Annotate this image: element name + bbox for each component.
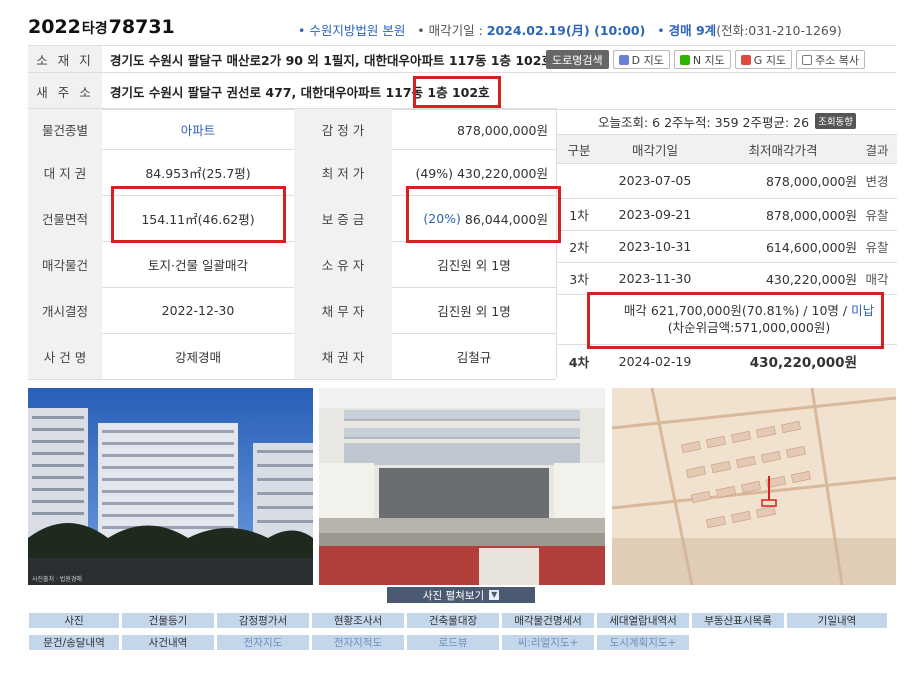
sale-statement-button[interactable]: 매각물건명세서 [501, 612, 595, 629]
e-cadastral-map-button[interactable]: 전자지적도 [311, 634, 405, 651]
sale-item-label: 매각물건 [28, 241, 102, 287]
document-delivery-button[interactable]: 문건/송달내역 [28, 634, 120, 651]
sale-result: 매각 621,700,000원(70.81%) / 10명 / 미납 (차순위금… [623, 303, 875, 335]
date-history-button[interactable]: 기일내역 [786, 612, 888, 629]
table-row: 3차 2023-11-30 430,220,000원 매각 [557, 262, 897, 295]
owner-label: 소 유 자 [294, 241, 392, 287]
daum-icon [618, 54, 629, 65]
view-trend-button[interactable]: 조회동향 [815, 113, 857, 129]
apartment-photo-2[interactable] [319, 388, 605, 585]
debtor-value: 김진원 외 1명 [437, 303, 511, 319]
land-right-value: 84.953㎡(25.7평) [145, 165, 251, 181]
debtor-label: 채 무 자 [294, 287, 392, 333]
min-price-value: (49%) 430,220,000원 [415, 165, 548, 181]
sale-date: 2024.02.19(月) (10:00) [486, 23, 646, 38]
table-row: 2023-07-05 878,000,000원 변경 [557, 162, 897, 199]
google-icon [740, 54, 751, 65]
daum-map-button[interactable]: D 지도 [612, 50, 670, 69]
table-row: 물건종별 아파트 감 정 가 878,000,000원 [28, 109, 556, 150]
property-list-button[interactable]: 부동산표시목록 [691, 612, 785, 629]
naver-map-button[interactable]: N 지도 [673, 50, 731, 69]
table-row: 사 건 명 강제경매 채 권 자 김철규 [28, 333, 556, 380]
case-header: 2022타경78731 • 수원지방법원 본원 • 매각기일 : 2024.02… [28, 16, 908, 40]
table-row: 1차 2023-09-21 878,000,000원 유찰 [557, 198, 897, 231]
creditor-value: 김철규 [456, 349, 492, 365]
creditor-label: 채 권 자 [294, 333, 392, 379]
copy-address-button[interactable]: 주소 복사 [796, 50, 866, 69]
road-name-search-button[interactable]: 도로명검색 [546, 50, 609, 69]
e-map-button[interactable]: 전자지도 [216, 634, 310, 651]
next-sale-row: 4차 2024-02-19 430,220,000원 [568, 353, 857, 372]
road-address-label: 새 주 소 [28, 73, 102, 109]
case-name-label: 사 건 명 [28, 333, 102, 379]
photo-caption: 사진출처 · 법원경매 [32, 575, 82, 583]
land-right-label: 대 지 권 [28, 149, 102, 195]
sale-result-row: 매각 621,700,000원(70.81%) / 10명 / 미납 (차순위금… [557, 294, 897, 345]
urban-plan-map-button[interactable]: 도시계획지도+ [596, 634, 690, 651]
deposit-value: (20%) 86,044,000원 [423, 210, 548, 227]
min-price-label: 최 저 가 [294, 149, 392, 195]
naver-icon [679, 54, 690, 65]
property-type-label: 물건종별 [28, 109, 102, 149]
table-row: 개시결정 2022-12-30 채 무 자 김진원 외 1명 [28, 287, 556, 334]
chevron-down-icon: ▼ [489, 590, 500, 600]
photo-button[interactable]: 사진 [28, 612, 120, 629]
start-decision-value: 2022-12-30 [161, 302, 235, 318]
building-registry-button[interactable]: 건물등기 [121, 612, 215, 629]
sale-date-label: • 매각기일 : [417, 23, 487, 38]
road-address-value: 경기도 수원시 팔달구 권선로 477, 대한대우아파트 117동 1층 102… [110, 84, 490, 100]
table-header: 구분 매각기일 최저매각가격 결과 [557, 134, 897, 164]
household-list-button[interactable]: 세대열람내역서 [596, 612, 690, 629]
department: 경매 9계 [668, 23, 717, 38]
document-buttons-row2: 문건/송달내역 사건내역 전자지도 전자지적도 로드뷰 씨:리얼지도+ 도시계획… [28, 634, 888, 651]
sale-item-value: 토지·건물 일괄매각 [148, 257, 248, 273]
case-meta: • 수원지방법원 본원 • 매각기일 : 2024.02.19(月) (10:0… [298, 23, 842, 38]
case-name-value: 강제경매 [174, 349, 221, 365]
building-ledger-button[interactable]: 건축물대장 [406, 612, 500, 629]
location-label: 소 재 지 [28, 46, 102, 73]
view-stats: 오늘조회: 6 2주누적: 359 2주평균: 26 조회동향 [557, 108, 897, 134]
property-type-value[interactable]: 아파트 [102, 109, 294, 149]
table-row: 건물면적 154.11㎡(46.62평) 보 증 금 (20%) 86,044,… [28, 195, 556, 242]
appraisal-label: 감 정 가 [294, 109, 392, 149]
unpaid-link[interactable]: 미납 [851, 303, 874, 318]
view-stats-text: 오늘조회: 6 2주누적: 359 2주평균: 26 [597, 114, 810, 130]
road-view-button[interactable]: 로드뷰 [406, 634, 500, 651]
start-decision-label: 개시결정 [28, 287, 102, 333]
copy-icon [802, 54, 813, 65]
appraisal-report-button[interactable]: 감정평가서 [216, 612, 310, 629]
location-row: 소 재 지 경기도 수원시 팔달구 매산로2가 90 외 1필지, 대한대우아파… [28, 45, 896, 73]
property-info-table: 물건종별 아파트 감 정 가 878,000,000원 대 지 권 84.953… [28, 108, 556, 380]
table-row: 매각물건 토지·건물 일괄매각 소 유 자 김진원 외 1명 [28, 241, 556, 288]
road-address-row: 새 주 소 경기도 수원시 팔달구 권선로 477, 대한대우아파트 117동 … [28, 72, 896, 110]
building-area-label: 건물면적 [28, 195, 102, 241]
status-report-button[interactable]: 현황조사서 [311, 612, 405, 629]
phone: (전화:031-210-1269) [716, 23, 842, 38]
appraisal-value: 878,000,000원 [456, 122, 548, 138]
real-map-button[interactable]: 씨:리얼지도+ [501, 634, 595, 651]
google-map-button[interactable]: G 지도 [734, 50, 793, 69]
deposit-label: 보 증 금 [294, 195, 392, 241]
location-value: 경기도 수원시 팔달구 매산로2가 90 외 1필지, 대한대우아파트 117동… [110, 53, 553, 68]
apartment-photo-1[interactable]: 사진출처 · 법원경매 [28, 388, 313, 585]
document-buttons-row1: 사진 건물등기 감정평가서 현황조사서 건축물대장 매각물건명세서 세대열람내역… [28, 612, 888, 629]
building-area-value: 154.11㎡(46.62평) [141, 211, 255, 227]
sale-history-table: 오늘조회: 6 2주누적: 359 2주평균: 26 조회동향 구분 매각기일 … [556, 108, 897, 378]
location-map[interactable] [612, 388, 896, 585]
case-number: 2022타경78731 [28, 16, 175, 38]
court-name[interactable]: • 수원지방법원 본원 [298, 23, 405, 38]
case-history-button[interactable]: 사건내역 [121, 634, 215, 651]
view-all-photos-button[interactable]: 사진 펼쳐보기 ▼ [387, 587, 535, 603]
table-row: 2차 2023-10-31 614,600,000원 유찰 [557, 230, 897, 263]
table-row: 대 지 권 84.953㎡(25.7평) 최 저 가 (49%) 430,220… [28, 149, 556, 196]
owner-value: 김진원 외 1명 [437, 257, 511, 273]
